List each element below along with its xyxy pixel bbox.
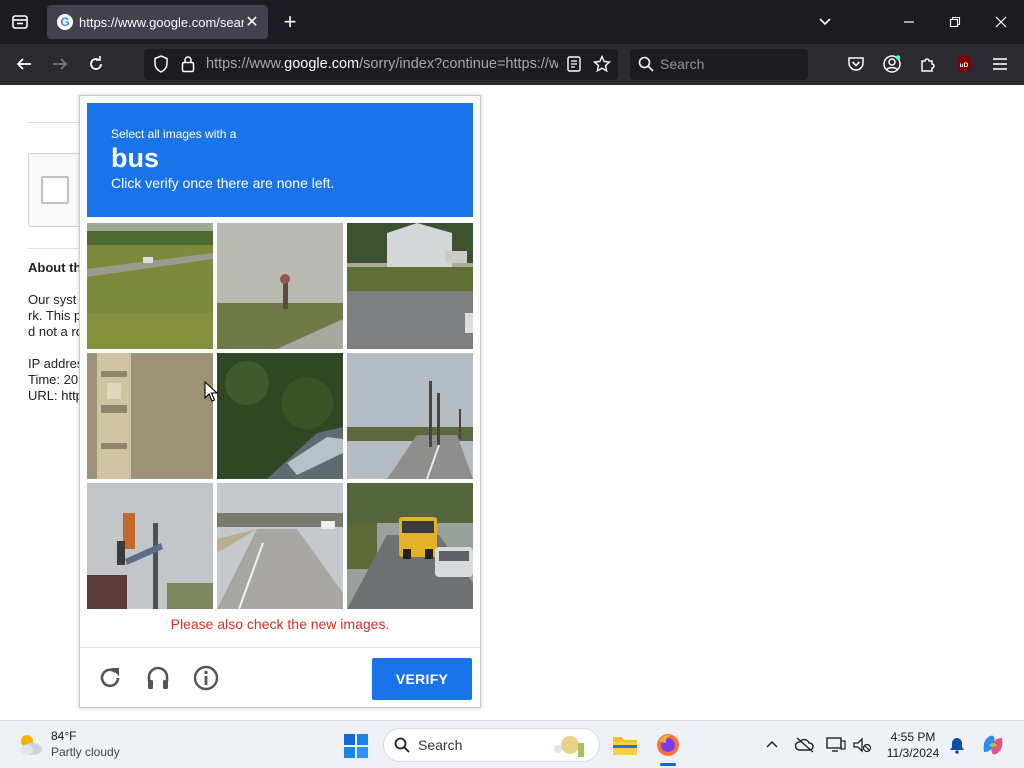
captcha-tile-3[interactable] (347, 223, 473, 349)
taskbar-search-label: Search (418, 737, 463, 753)
captcha-image-grid (87, 223, 474, 610)
url-host: google.com (284, 56, 360, 72)
system-clock[interactable]: 4:55 PM 11/3/2024 (880, 729, 946, 761)
url-path: /sorry/index?continue=https://www.google… (359, 56, 558, 72)
clock-time: 4:55 PM (890, 730, 936, 744)
tab-title: https://www.google.com/search (79, 14, 244, 30)
url-text[interactable]: https://www.google.com/sorry/index?conti… (206, 49, 558, 80)
svg-text:uD: uD (960, 62, 969, 69)
page-text-line: d not a ro (28, 324, 83, 339)
search-icon (394, 737, 410, 758)
reload-icon[interactable] (82, 50, 110, 78)
page-text-line: URL: http (28, 388, 83, 403)
extensions-puzzle-icon[interactable] (914, 50, 942, 78)
page-text-line: rk. This p (28, 308, 82, 323)
new-tab-icon[interactable]: + (277, 9, 303, 35)
file-explorer-icon[interactable] (608, 728, 642, 762)
captcha-tile-5[interactable] (217, 353, 343, 479)
tab-strip: G https://www.google.com/search ✕ + (0, 0, 1024, 44)
taskbar-search-box[interactable]: Search (383, 728, 600, 762)
ublock-origin-icon[interactable]: uD (950, 50, 978, 78)
hamburger-menu-icon[interactable] (986, 50, 1014, 78)
chevron-up-icon[interactable] (761, 734, 783, 756)
search-icon (638, 56, 654, 77)
chevron-down-icon[interactable] (812, 9, 838, 35)
captcha-header: Select all images with a bus Click verif… (87, 103, 473, 217)
web-search-bar[interactable]: Search (630, 49, 808, 80)
network-speaker-icon[interactable] (851, 734, 873, 756)
captcha-tile-6[interactable] (347, 353, 473, 479)
windows-start-icon[interactable] (343, 733, 369, 759)
page-text-line: Time: 20 (28, 372, 79, 387)
back-arrow-icon[interactable] (10, 50, 38, 78)
captcha-tile-8[interactable] (217, 483, 343, 609)
captcha-challenge-dialog: Select all images with a bus Click verif… (79, 95, 481, 708)
notification-bell-icon[interactable] (946, 734, 968, 756)
captcha-instruction: Select all images with a (111, 127, 237, 141)
account-icon[interactable] (878, 50, 906, 78)
lock-icon[interactable] (177, 52, 199, 76)
info-icon[interactable] (190, 662, 222, 694)
navigation-toolbar: https://www.google.com/sorry/index?conti… (0, 44, 1024, 85)
captcha-error-message: Please also check the new images. (170, 616, 390, 632)
url-bar[interactable]: https://www.google.com/sorry/index?conti… (144, 49, 618, 80)
captcha-footer: VERIFY (80, 647, 480, 708)
close-window-icon[interactable] (978, 0, 1024, 44)
active-app-indicator (660, 763, 676, 766)
weather-widget[interactable]: 84°F Partly cloudy (16, 727, 146, 763)
captcha-instruction-sub: Click verify once there are none left. (111, 175, 335, 191)
page-text-line: Our syst (28, 292, 77, 307)
firefox-icon[interactable] (651, 728, 685, 766)
reload-challenge-icon[interactable] (94, 662, 126, 694)
weather-condition: Partly cloudy (51, 745, 120, 759)
onedrive-offline-icon[interactable] (794, 734, 816, 756)
page-text-line: IP addres (28, 356, 84, 371)
shield-icon[interactable] (150, 52, 172, 76)
reader-view-icon[interactable] (563, 53, 585, 75)
captcha-tile-2[interactable] (217, 223, 343, 349)
copilot-icon[interactable] (980, 732, 1006, 758)
mouse-pointer-icon (204, 380, 219, 403)
about-heading: About th (28, 260, 82, 275)
windows-taskbar: 84°F Partly cloudy Search 4:55 PM 11/3/2… (0, 720, 1024, 768)
clock-date: 11/3/2024 (886, 746, 940, 760)
search-highlight-icon (548, 733, 588, 764)
forward-arrow-icon[interactable] (46, 50, 74, 78)
captcha-target-word: bus (111, 143, 160, 173)
browser-tab[interactable]: G https://www.google.com/search ✕ (47, 5, 268, 39)
weather-temperature: 84°F (51, 729, 77, 743)
captcha-tile-4[interactable] (87, 353, 213, 479)
audio-challenge-headphones-icon[interactable] (142, 662, 174, 694)
bookmark-star-icon[interactable] (591, 53, 613, 75)
verify-button[interactable]: VERIFY (372, 658, 472, 700)
search-placeholder: Search (660, 56, 705, 72)
tab-list-icon[interactable] (6, 8, 34, 36)
display-icon[interactable] (825, 734, 847, 756)
minimize-window-icon[interactable] (886, 0, 932, 44)
captcha-tile-7[interactable] (87, 483, 213, 609)
recaptcha-checkbox[interactable] (41, 176, 69, 204)
captcha-tile-1[interactable] (87, 223, 213, 349)
url-scheme: https://www. (206, 56, 285, 72)
partly-cloudy-icon (16, 731, 44, 759)
restore-window-icon[interactable] (932, 0, 978, 44)
close-tab-icon[interactable]: ✕ (244, 12, 260, 32)
google-favicon-icon: G (57, 14, 73, 30)
pocket-icon[interactable] (842, 50, 870, 78)
captcha-tile-9[interactable] (347, 483, 473, 609)
